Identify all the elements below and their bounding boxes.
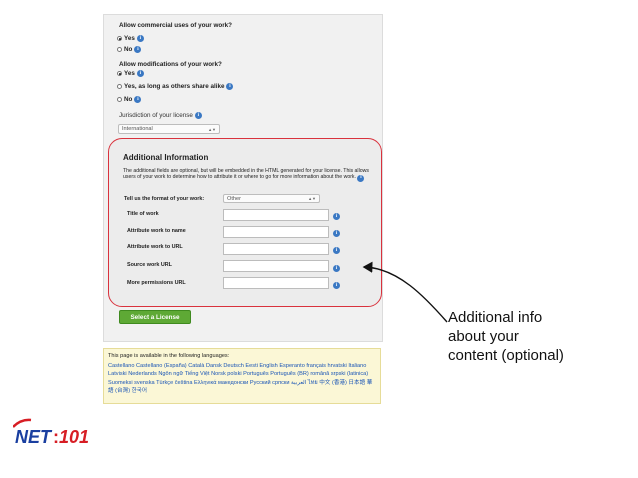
callout-arrow (362, 261, 448, 323)
callout-text: Additional info about your content (opti… (448, 308, 608, 365)
callout-line-1: Additional info (448, 309, 543, 326)
net101-logo: NET : 101 (13, 418, 89, 447)
callout-line-3: content (optional) (448, 347, 564, 364)
svg-text:101: 101 (59, 427, 89, 447)
svg-text:NET: NET (15, 427, 53, 447)
callout-line-2: about your (448, 328, 519, 345)
